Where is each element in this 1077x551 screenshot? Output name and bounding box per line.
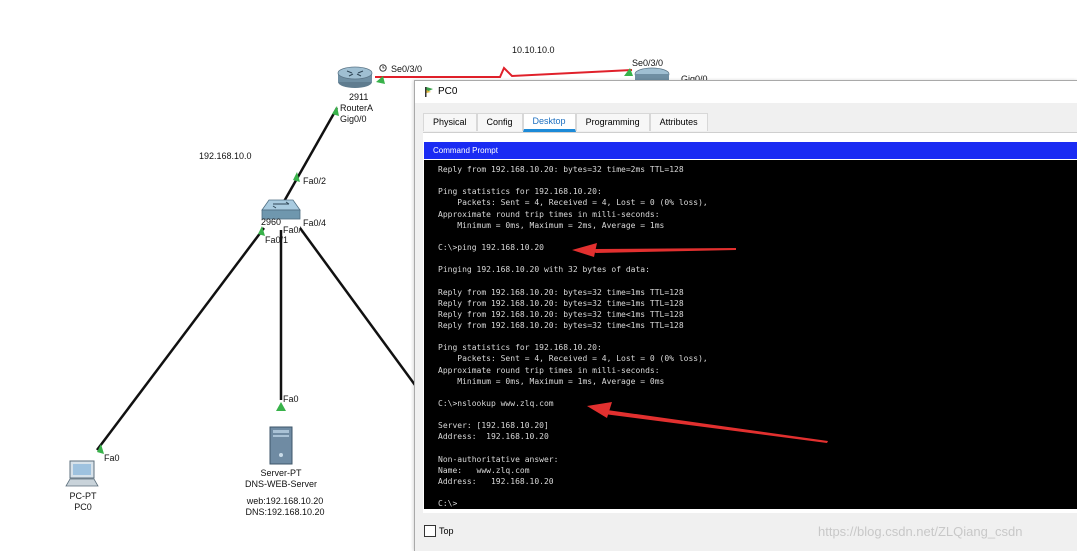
router-model-label: 2911 — [349, 92, 369, 102]
top-checkbox[interactable] — [424, 525, 436, 537]
lan-network-label: 192.168.10.0 — [199, 151, 252, 161]
switch-port-fa02-label: Fa0/2 — [303, 176, 327, 186]
terminal-line: Reply from 192.168.10.20: bytes=32 time<… — [438, 320, 684, 330]
top-checkbox-label: Top — [439, 526, 454, 536]
pc-type-label: PC-PT — [69, 491, 97, 501]
router-name-label: RouterA — [340, 103, 374, 113]
pc-name-label: PC0 — [74, 502, 92, 512]
tab-physical[interactable]: Physical — [423, 113, 477, 131]
tab-programming[interactable]: Programming — [575, 113, 650, 131]
terminal-line: Minimum = 0ms, Maximum = 1ms, Average = … — [438, 376, 665, 386]
terminal-line: C:\>ping 192.168.10.20 — [438, 242, 544, 252]
server-type-label: Server-PT — [260, 468, 302, 478]
router-a-serial-port-label: Se0/3/0 — [391, 64, 423, 74]
packet-tracer-app-icon — [425, 87, 433, 97]
terminal-line: Ping statistics for 192.168.10.20: — [438, 343, 602, 353]
pc-port-label: Fa0 — [104, 453, 120, 463]
router-b-serial-port-label: Se0/3/0 — [632, 58, 664, 68]
terminal-line: Address: 192.168.10.20 — [438, 476, 554, 486]
window-tabs: Physical Config Desktop Programming Attr… — [423, 113, 708, 132]
terminal-line: Pinging 192.168.10.20 with 32 bytes of d… — [438, 265, 650, 275]
window-title: PC0 — [438, 86, 458, 97]
terminal-line: Approximate round trip times in milli-se… — [438, 209, 660, 219]
tab-attributes[interactable]: Attributes — [649, 113, 708, 131]
terminal-line: Approximate round trip times in milli-se… — [438, 365, 660, 375]
router-gig-port-label: Gig0/0 — [340, 114, 367, 124]
switch-model-label: 2960 — [261, 217, 282, 227]
terminal-line: Packets: Sent = 4, Received = 4, Lost = … — [438, 354, 708, 364]
terminal-line: Packets: Sent = 4, Received = 4, Lost = … — [438, 198, 708, 208]
clock-icon — [379, 64, 387, 72]
server-dns-label: DNS:192.168.10.20 — [245, 507, 325, 517]
server-icon[interactable] — [269, 426, 293, 465]
command-prompt-titlebar: Command Prompt — [424, 142, 1077, 159]
window-titlebar[interactable]: PC0 — [415, 81, 1077, 103]
terminal-line: Reply from 192.168.10.20: bytes=32 time=… — [438, 165, 684, 174]
switch-port-fa04-label: Fa0/4 — [303, 218, 327, 228]
link-switch-pc[interactable] — [96, 227, 265, 451]
wan-network-label: 10.10.10.0 — [512, 45, 555, 55]
server-name-label: DNS-WEB-Server — [244, 479, 318, 489]
terminal-line: Non-authoritative answer: — [438, 454, 559, 464]
terminal-line: Address: 192.168.10.20 — [438, 432, 549, 442]
terminal-line: C:\>nslookup www.zlq.com — [438, 398, 554, 408]
terminal-line: Minimum = 0ms, Maximum = 2ms, Average = … — [438, 220, 665, 230]
tab-desktop[interactable]: Desktop — [522, 113, 576, 132]
tab-config[interactable]: Config — [476, 113, 523, 131]
terminal-line: Reply from 192.168.10.20: bytes=32 time=… — [438, 298, 684, 308]
terminal-line: C:\> — [438, 499, 458, 509]
terminal-line: Reply from 192.168.10.20: bytes=32 time=… — [438, 287, 684, 297]
switch-port-fa0x-label: Fa0/. — [283, 225, 304, 235]
terminal-line: Name: www.zlq.com — [438, 465, 530, 475]
command-prompt-terminal[interactable]: Reply from 192.168.10.20: bytes=32 time=… — [424, 160, 1077, 509]
terminal-line: Ping statistics for 192.168.10.20: — [438, 187, 602, 197]
terminal-output: Reply from 192.168.10.20: bytes=32 time=… — [438, 164, 708, 509]
terminal-line: Server: [192.168.10.20] — [438, 421, 549, 431]
switch-port-fa01-label: Fa0/1 — [265, 235, 289, 245]
watermark-text: https://blog.csdn.net/ZLQiang_csdn — [818, 524, 1023, 539]
pc-icon[interactable] — [65, 460, 99, 487]
router-a-icon[interactable] — [337, 66, 373, 88]
link-router-switch[interactable] — [280, 107, 339, 206]
link-switch-offscreen[interactable] — [298, 227, 417, 386]
server-web-label: web:192.168.10.20 — [246, 496, 324, 506]
terminal-line: Reply from 192.168.10.20: bytes=32 time<… — [438, 309, 684, 319]
pc0-window[interactable]: PC0 Physical Config Desktop Programming … — [414, 80, 1077, 551]
server-port-label: Fa0 — [283, 394, 299, 404]
